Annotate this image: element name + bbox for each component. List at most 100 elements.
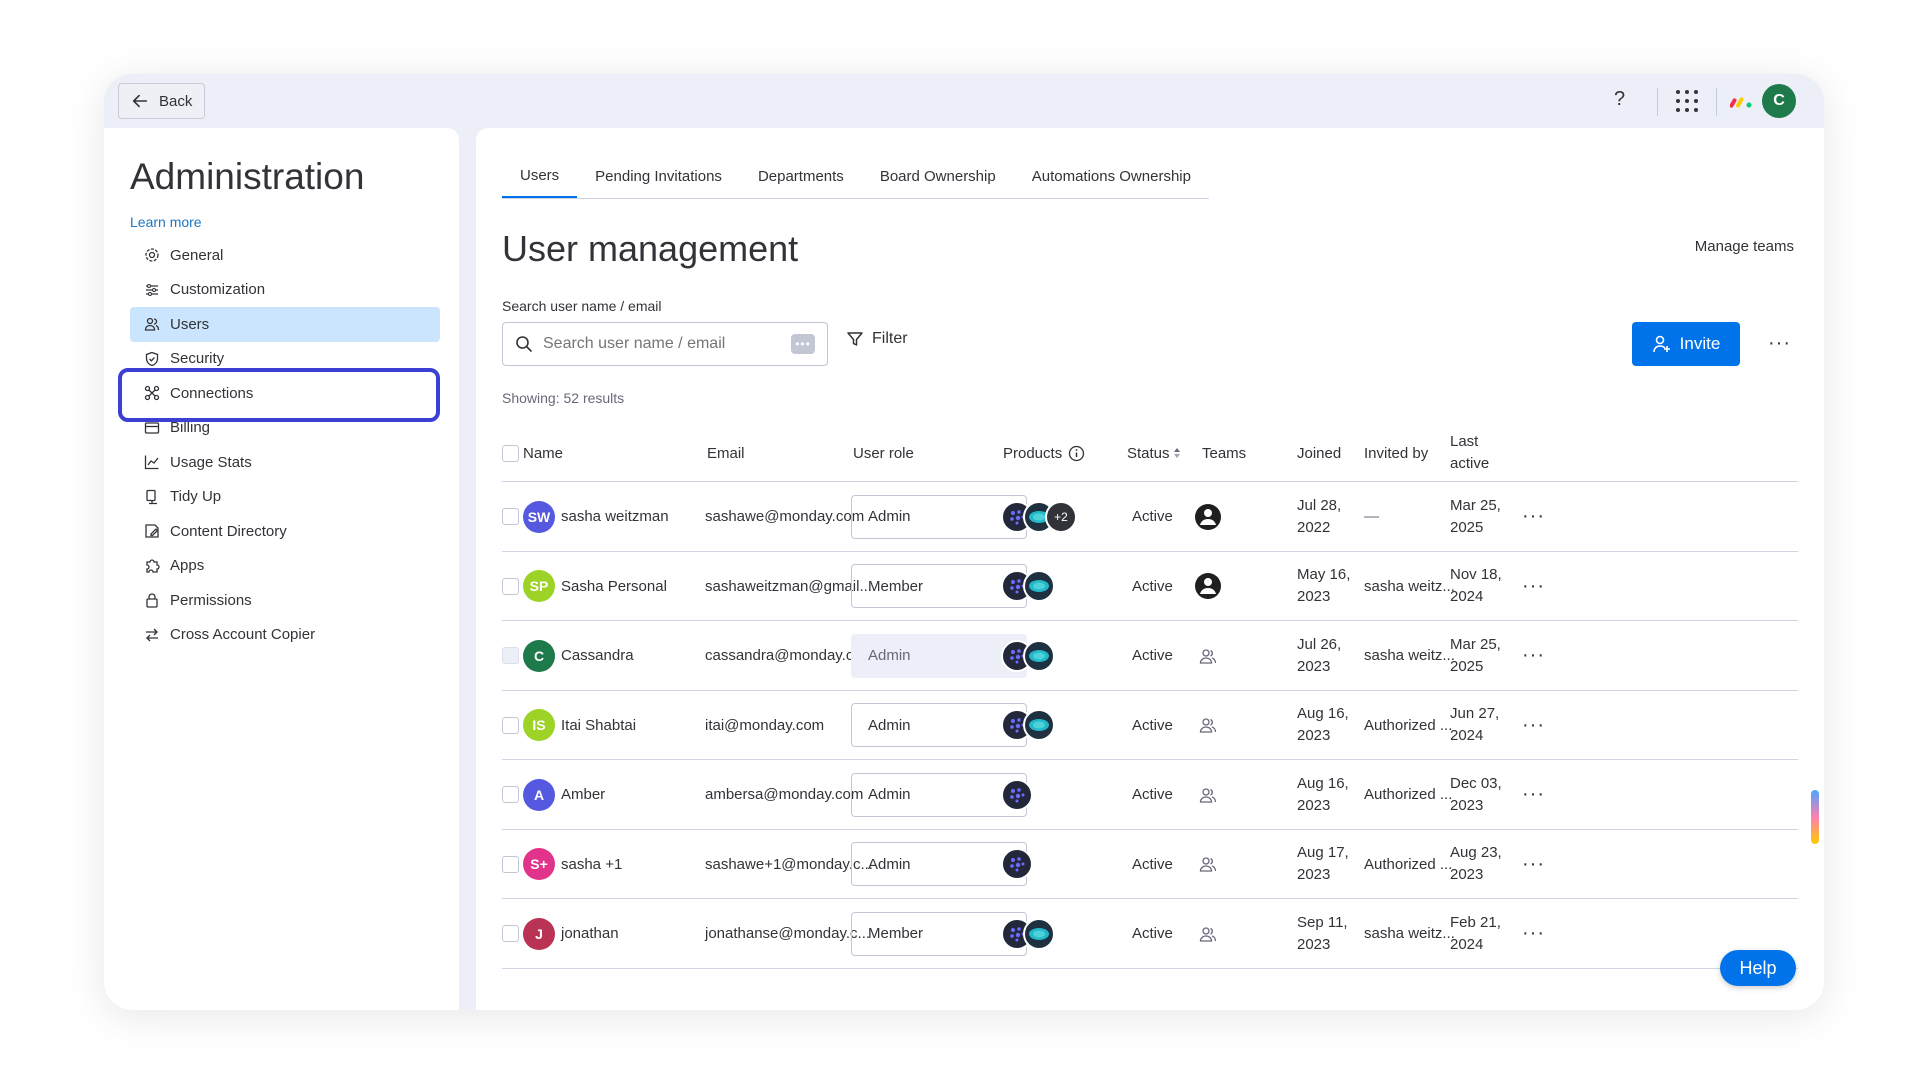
row-more-options-icon[interactable]: ···	[1522, 691, 1545, 760]
products-cell[interactable]	[1001, 552, 1055, 621]
password-manager-icon[interactable]: •••	[791, 334, 815, 354]
manage-teams-link[interactable]: Manage teams	[1695, 238, 1794, 255]
products-cell[interactable]	[1001, 621, 1055, 690]
user-role-value: Member	[868, 577, 924, 595]
search-input[interactable]	[543, 335, 781, 353]
header-teams[interactable]: Teams	[1202, 424, 1246, 482]
teams-cell[interactable]	[1194, 760, 1217, 829]
last-active-line2: 2025	[1450, 657, 1484, 675]
sort-icon[interactable]	[1172, 446, 1182, 460]
row-more-options-icon[interactable]: ···	[1522, 899, 1545, 968]
select-all-checkbox[interactable]	[502, 444, 519, 462]
user-cell[interactable]: SP Sasha Personal	[523, 552, 667, 621]
joined-date-line2: 2023	[1297, 657, 1331, 675]
row-checkbox[interactable]	[502, 925, 519, 942]
teams-cell[interactable]	[1194, 899, 1217, 968]
scrollbar-thumb[interactable]	[1811, 790, 1819, 844]
tab-departments[interactable]: Departments	[740, 154, 862, 198]
header-invited-by[interactable]: Invited by	[1364, 424, 1428, 482]
table-row: J jonathan jonathanse@monday.c... Member…	[502, 899, 1798, 969]
teams-cell[interactable]	[1194, 552, 1222, 621]
invite-button[interactable]: Invite	[1632, 322, 1740, 366]
apps-grid-icon[interactable]	[1676, 90, 1698, 112]
sidebar-item-label: Cross Account Copier	[170, 626, 316, 644]
user-name: sasha +1	[561, 855, 623, 873]
row-more-options-icon[interactable]: ···	[1522, 552, 1545, 621]
table-row: S+ sasha +1 sashawe+1@monday.c... Admin …	[502, 830, 1798, 899]
user-cell[interactable]: C Cassandra	[523, 621, 634, 690]
header-status[interactable]: Status	[1127, 424, 1182, 482]
invited-by: sasha weitz...	[1364, 925, 1455, 942]
help-icon[interactable]: ?	[1614, 88, 1625, 111]
row-checkbox[interactable]	[502, 647, 519, 664]
sidebar-item-tidy-up[interactable]: Tidy Up	[130, 480, 440, 515]
user-name: Itai Shabtai	[561, 716, 637, 734]
joined-date-line2: 2023	[1297, 727, 1331, 744]
avatar: J	[523, 917, 555, 950]
directory-icon	[145, 524, 159, 538]
joined-date-line2: 2022	[1297, 518, 1331, 536]
invited-by: Authorized ...	[1364, 716, 1453, 734]
tab-users[interactable]: Users	[502, 154, 578, 198]
work-management-product-icon	[1001, 848, 1033, 880]
row-checkbox[interactable]	[502, 786, 519, 803]
sidebar-item-users[interactable]: Users	[130, 307, 440, 342]
sidebar-item-usage-stats[interactable]: Usage Stats	[130, 445, 440, 480]
invited-by: Authorized ...	[1364, 855, 1453, 873]
sidebar-item-content-directory[interactable]: Content Directory	[130, 514, 440, 549]
header-joined[interactable]: Joined	[1297, 424, 1341, 482]
tab-board-ownership[interactable]: Board Ownership	[862, 154, 1014, 198]
user-cell[interactable]: IS Itai Shabtai	[523, 691, 636, 760]
user-avatar[interactable]: C	[1762, 84, 1796, 118]
products-cell[interactable]	[1001, 899, 1055, 968]
row-more-options-icon[interactable]: ···	[1522, 830, 1545, 899]
teams-cell[interactable]	[1194, 691, 1217, 760]
row-checkbox[interactable]	[502, 577, 519, 595]
user-role-value: Admin	[868, 647, 911, 664]
learn-more-link[interactable]: Learn more	[130, 214, 202, 230]
filter-button[interactable]: Filter	[846, 330, 908, 348]
teams-cell[interactable]	[1194, 621, 1217, 690]
products-cell[interactable]	[1001, 760, 1033, 829]
more-options-icon[interactable]: ···	[1768, 332, 1791, 355]
header-role[interactable]: User role	[853, 424, 914, 482]
row-more-options-icon[interactable]: ···	[1522, 482, 1545, 551]
user-name: sasha weitzman	[561, 508, 669, 525]
row-checkbox[interactable]	[502, 716, 519, 734]
back-button[interactable]: Back	[118, 83, 206, 119]
products-cell[interactable]: +2	[1001, 482, 1077, 551]
joined-cell: Aug 17, 2023	[1297, 830, 1349, 899]
table-row: SW sasha weitzman sashawe@monday.com Adm…	[502, 482, 1798, 552]
products-cell[interactable]	[1001, 830, 1033, 899]
sidebar-item-customization[interactable]: Customization	[130, 273, 440, 308]
user-name: jonathan	[561, 925, 619, 942]
sidebar-item-permissions[interactable]: Permissions	[130, 583, 440, 618]
header-name[interactable]: Name	[523, 424, 563, 482]
row-checkbox[interactable]	[502, 508, 519, 525]
last-active-line2: 2024	[1450, 588, 1484, 605]
user-status: Active	[1132, 577, 1173, 595]
info-icon[interactable]	[1068, 445, 1085, 462]
back-label: Back	[159, 92, 193, 110]
row-more-options-icon[interactable]: ···	[1522, 621, 1545, 690]
user-cell[interactable]: SW sasha weitzman	[523, 482, 669, 551]
divider	[1657, 88, 1658, 116]
tab-automations-ownership[interactable]: Automations Ownership	[1014, 154, 1209, 198]
help-button[interactable]: Help	[1720, 950, 1796, 986]
sidebar-item-apps[interactable]: Apps	[130, 549, 440, 584]
teams-cell[interactable]	[1194, 482, 1222, 551]
user-cell[interactable]: A Amber	[523, 760, 605, 829]
tab-pending-invitations[interactable]: Pending Invitations	[577, 154, 740, 198]
teams-cell[interactable]	[1194, 830, 1217, 899]
row-checkbox[interactable]	[502, 855, 519, 873]
header-products[interactable]: Products	[1003, 424, 1085, 482]
user-cell[interactable]: S+ sasha +1	[523, 830, 622, 899]
products-cell[interactable]	[1001, 691, 1055, 760]
sidebar-item-cross-account-copier[interactable]: Cross Account Copier	[130, 618, 440, 653]
sidebar-item-general[interactable]: General	[130, 238, 440, 273]
user-cell[interactable]: J jonathan	[523, 899, 619, 968]
header-last-active[interactable]: Last active	[1450, 424, 1489, 482]
tab-bar: Users Pending Invitations Departments Bo…	[502, 154, 1209, 199]
header-email[interactable]: Email	[707, 424, 745, 482]
row-more-options-icon[interactable]: ···	[1522, 760, 1545, 829]
